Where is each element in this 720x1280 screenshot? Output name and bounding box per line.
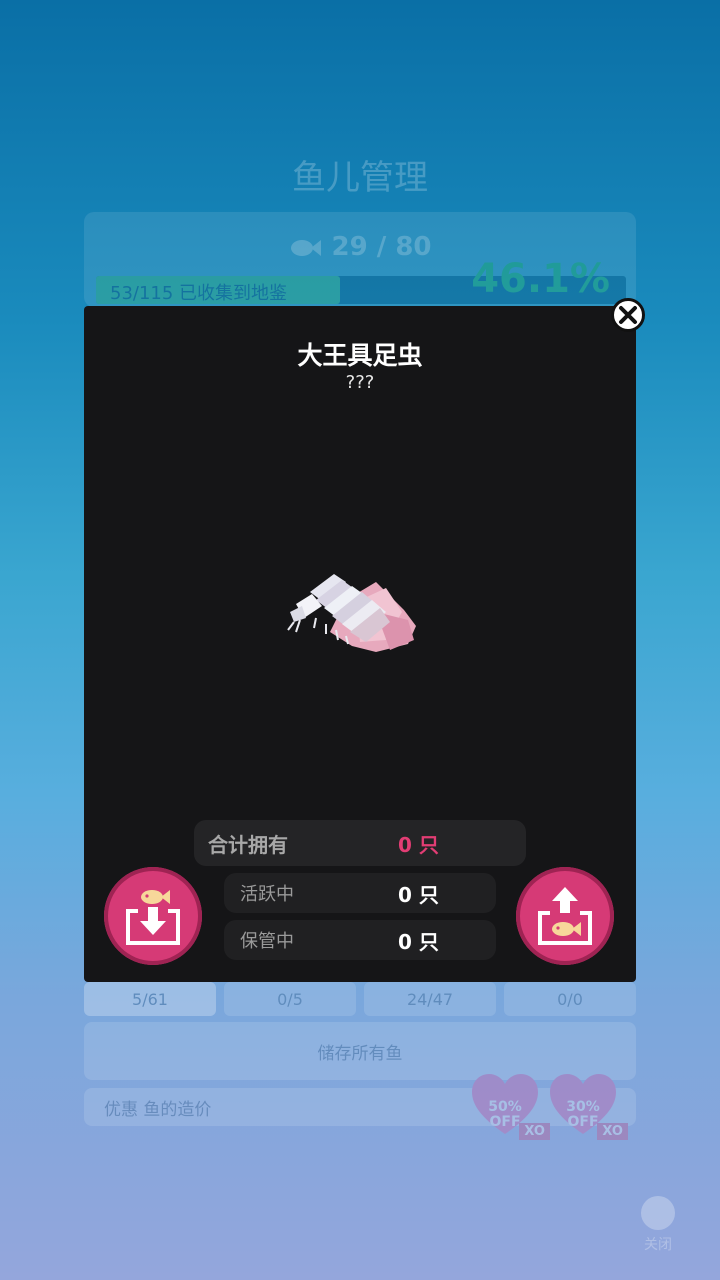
tab-category-1[interactable]: 5/61 (84, 982, 216, 1016)
discount-30-tag: XO (597, 1123, 628, 1140)
collection-percent: 46.1% (471, 256, 610, 302)
collection-progress-label: 53/115 已收集到地鉴 (110, 283, 288, 304)
modal-close-button[interactable] (611, 298, 645, 332)
close-screen-button[interactable]: 关闭 (636, 1196, 680, 1254)
discount-30-off: OFF (567, 1114, 599, 1130)
discount-label: 优惠 鱼的造价 (104, 1099, 212, 1120)
stored-row: 保管中 0 只 (224, 920, 496, 960)
active-value: 0 只 (398, 882, 439, 907)
active-label: 活跃中 (240, 884, 294, 905)
total-owned-row: 合计拥有 0 只 (194, 820, 526, 866)
discount-badge-50[interactable]: 50% OFF XO (470, 1072, 550, 1140)
total-owned-value: 0 只 (398, 832, 439, 857)
stored-value: 0 只 (398, 929, 439, 954)
fish-category-tabs: 5/61 0/5 24/47 0/0 (84, 982, 636, 1016)
discount-30-text: 30% (566, 1099, 600, 1115)
fish-icon (291, 239, 322, 256)
tab-category-4[interactable]: 0/0 (504, 982, 636, 1016)
creature-description: ??? (345, 372, 375, 393)
close-screen-label: 关闭 (644, 1237, 672, 1253)
creature-name: 大王具足虫 (297, 341, 423, 370)
fish-capacity-count: 29 / 80 (0, 232, 720, 262)
stored-label: 保管中 (240, 931, 294, 952)
discount-badge-30[interactable]: 30% OFF XO (548, 1072, 628, 1140)
discount-50-off: OFF (489, 1114, 521, 1130)
fish-deposit-icon (126, 890, 180, 945)
arrow-right-icon (641, 1196, 675, 1230)
fish-count-text: 29 / 80 (331, 232, 432, 262)
giant-isopod-image (287, 574, 416, 652)
page-title: 鱼儿管理 (292, 158, 428, 198)
discount-50-text: 50% (488, 1099, 522, 1115)
total-owned-label: 合计拥有 (208, 832, 288, 857)
tab-category-2[interactable]: 0/5 (224, 982, 356, 1016)
discount-50-tag: XO (519, 1123, 550, 1140)
withdraw-fish-button[interactable] (516, 867, 614, 965)
fish-withdraw-icon (538, 887, 592, 945)
close-icon (619, 306, 637, 324)
active-row: 活跃中 0 只 (224, 873, 496, 913)
tab-category-3[interactable]: 24/47 (364, 982, 496, 1016)
store-fish-button[interactable] (104, 867, 202, 965)
